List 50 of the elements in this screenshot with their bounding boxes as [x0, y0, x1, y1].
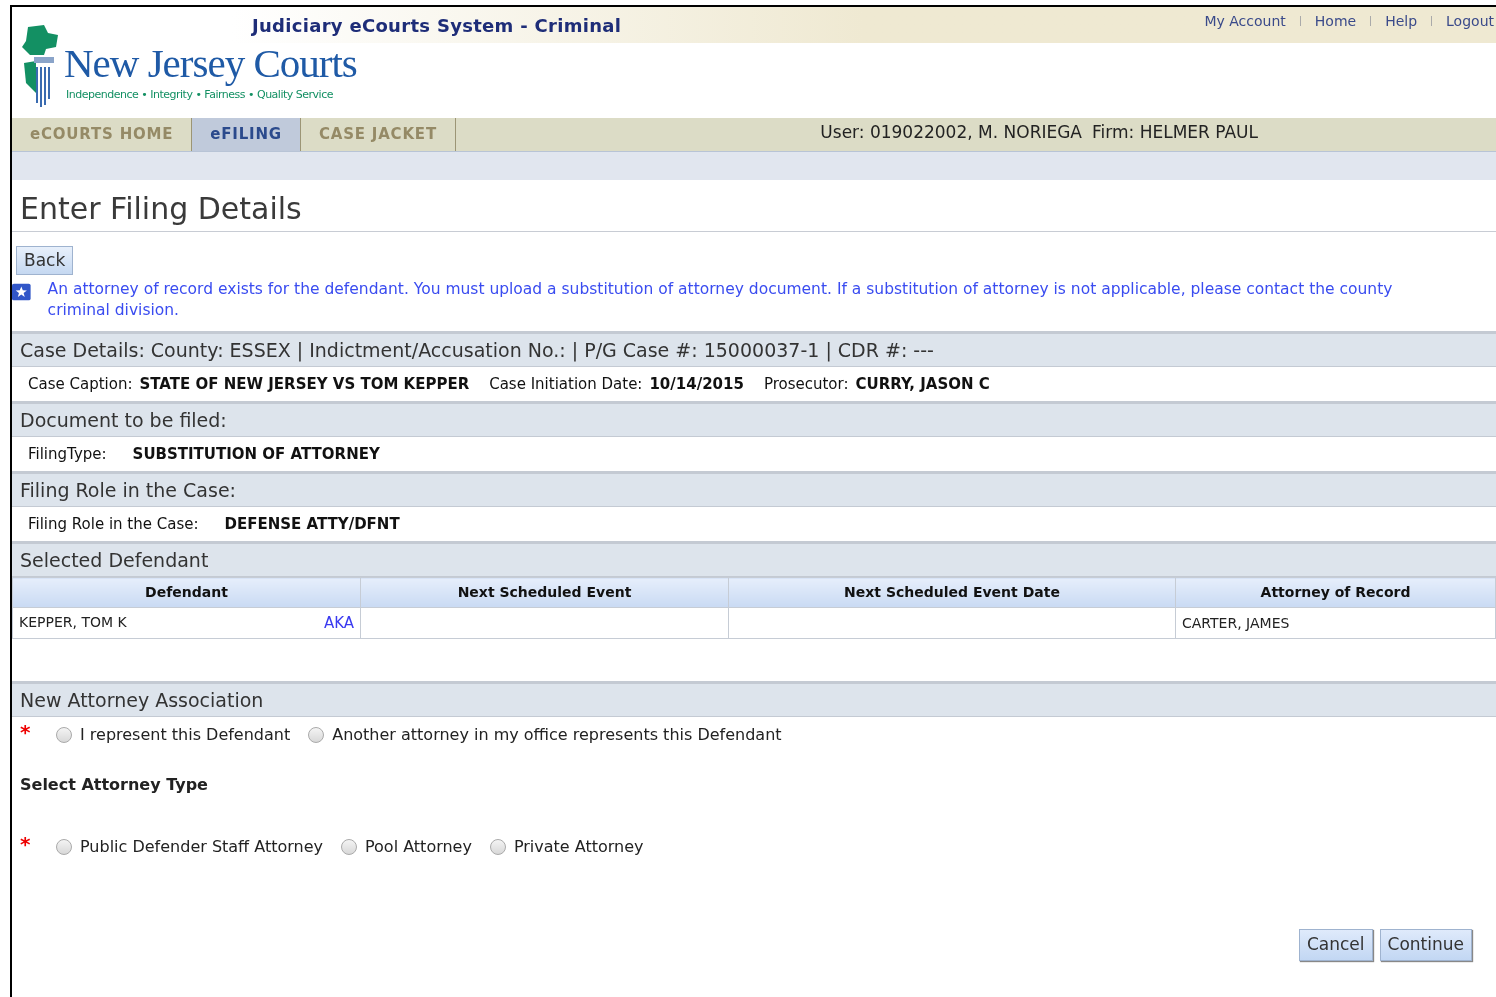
radio-label: Another attorney in my office represents this Defendant: [332, 724, 782, 746]
section-header: New Attorney Association: [12, 681, 1496, 717]
field-label: Prosecutor:: [763, 373, 849, 395]
radio-label: Pool Attorney: [365, 836, 472, 858]
section-header: Filing Role in the Case:: [12, 471, 1496, 507]
field-label: Filing Role in the Case:: [28, 513, 199, 535]
field-value: SUBSTITUTION OF ATTORNEY: [132, 443, 380, 465]
tab[interactable]: eFILING: [192, 118, 301, 151]
field-label: Case Caption:: [28, 373, 133, 395]
column-header: Attorney of Record: [1175, 577, 1496, 608]
logo-text: New Jersey Courts: [64, 41, 357, 85]
field-value: CURRY, JASON C: [855, 373, 990, 395]
action-button[interactable]: Cancel: [1298, 929, 1373, 961]
section-header: Document to be filed:: [12, 401, 1496, 437]
radio-button[interactable]: [56, 727, 72, 743]
column-header: Defendant: [12, 577, 361, 608]
nav-link[interactable]: Help: [1385, 10, 1418, 32]
field-label: FilingType:: [28, 443, 107, 465]
field-value: 10/14/2015: [649, 373, 744, 395]
radio-label: I represent this Defendant: [80, 724, 291, 746]
nav-link[interactable]: Home: [1314, 10, 1357, 32]
notice-message: An attorney of record exists for the defendant. You must upload a substitution of attorney document. If a substitution of attorney is not applicable, please contact the county criminal division.: [47, 279, 1394, 321]
user-info: User: 019022002, M. NORIEGA: [820, 121, 1082, 144]
logo-tagline: Independence • Integrity • Fairness • Quality Service: [66, 87, 334, 103]
radio-button[interactable]: [489, 839, 506, 855]
radio-label: Private Attorney: [513, 836, 644, 858]
column-header: Next Scheduled Event: [360, 577, 729, 608]
system-title: Judiciary eCourts System - Criminal: [252, 13, 622, 38]
column-header: Next Scheduled Event Date: [728, 577, 1176, 608]
action-button[interactable]: Continue: [1379, 929, 1472, 961]
section-header: Selected Defendant: [12, 541, 1496, 577]
required-mark: *: [20, 719, 32, 746]
aka-link[interactable]: AKA: [323, 611, 354, 635]
field-label: Case Initiation Date:: [489, 373, 643, 395]
section-header: Case Details: County: ESSEX | Indictment/Accusation No.: | P/G Case #: 15000037-1 | CDR #: ---: [12, 331, 1496, 367]
field-value: STATE OF NEW JERSEY VS TOM KEPPER: [139, 373, 470, 395]
required-mark: *: [20, 831, 32, 858]
radio-button[interactable]: [308, 727, 325, 743]
field-value: DEFENSE ATTY/DFNT: [224, 513, 400, 535]
nav-link[interactable]: My Account: [1204, 10, 1286, 32]
page-title: Enter Filing Details: [20, 190, 303, 228]
firm-info: Firm: HELMER PAUL: [1092, 121, 1258, 144]
table-cell: CARTER, JAMES: [1182, 614, 1290, 631]
table-cell-text: KEPPER, TOM K: [19, 612, 127, 632]
radio-button[interactable]: [56, 839, 72, 855]
radio-button[interactable]: [341, 839, 357, 855]
back-button[interactable]: Back: [16, 246, 74, 275]
radio-label: Public Defender Staff Attorney: [80, 836, 323, 858]
section-label: Select Attorney Type: [20, 775, 208, 794]
nav-link[interactable]: Logout: [1446, 10, 1494, 32]
